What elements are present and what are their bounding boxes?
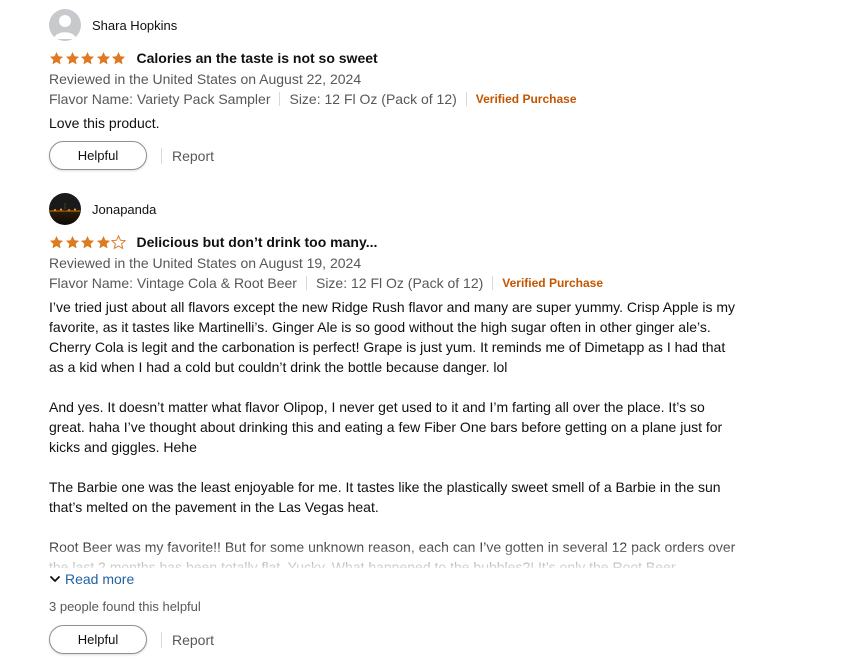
review-title[interactable]: Delicious but don’t drink too many... [137,234,378,250]
review-paragraph: Root Beer was my favorite!! But for some… [49,539,736,568]
flavor-name[interactable]: Flavor Name: Vintage Cola & Root Beer [49,273,297,293]
review-variant: Flavor Name: Vintage Cola & Root Beer Si… [49,273,739,293]
review-card: Jonapanda Delicious but don’t drink too … [49,192,739,654]
star-filled-icon [96,51,110,64]
divider [161,631,162,648]
reviewer-profile[interactable]: Jonapanda [49,192,739,226]
star-filled-icon [80,51,95,64]
helpful-button[interactable]: Helpful [49,141,147,170]
review-paragraph: And yes. It doesn’t matter what flavor O… [49,399,723,455]
divider [492,276,494,290]
review-body: I’ve tried just about all flavors except… [49,297,739,568]
divider [305,276,307,290]
size-name[interactable]: Size: 12 Fl Oz (Pack of 12) [289,89,456,109]
review-paragraph: I’ve tried just about all flavors except… [49,299,736,375]
star-filled-icon [49,51,64,64]
star-filled-icon [111,51,126,64]
review-title[interactable]: Calories an the taste is not so sweet [137,50,378,66]
reviewer-profile[interactable]: Shara Hopkins [49,8,739,42]
review-date: Reviewed in the United States on August … [49,255,362,271]
review-paragraph: The Barbie one was the least enjoyable f… [49,479,721,515]
review-variant: Flavor Name: Variety Pack Sampler Size: … [49,89,739,109]
helpful-count: 3 people found this helpful [49,599,201,614]
report-link[interactable]: Report [172,632,214,648]
reviewer-name[interactable]: Jonapanda [92,202,156,217]
review-body: Love this product. [49,113,739,133]
star-filled-icon [49,235,64,248]
star-filled-icon [65,235,79,248]
chevron-down-icon [50,576,60,582]
star-outline-icon [111,234,126,249]
verified-purchase-badge: Verified Purchase [502,276,603,290]
avatar [49,193,81,225]
star-rating[interactable] [49,234,127,250]
verified-purchase-badge: Verified Purchase [475,92,577,106]
star-filled-icon [80,235,95,248]
flavor-name[interactable]: Flavor Name: Variety Pack Sampler [49,89,270,109]
report-link[interactable]: Report [172,148,214,164]
review-paragraph: Love this product. [49,115,160,131]
size-name[interactable]: Size: 12 Fl Oz (Pack of 12) [316,273,483,293]
star-filled-icon [65,51,79,64]
reviewer-name[interactable]: Shara Hopkins [92,18,177,33]
default-avatar-icon [49,9,81,41]
read-more-link[interactable]: Read more [49,569,739,589]
read-more-label[interactable]: Read more [65,571,134,587]
divider [465,92,467,106]
review-date: Reviewed in the United States on August … [49,71,362,87]
review-card: Shara Hopkins Calories an the taste is n… [49,8,739,170]
helpful-button[interactable]: Helpful [49,625,147,654]
divider [161,147,162,164]
divider [279,92,281,106]
star-rating[interactable] [49,51,127,66]
star-filled-icon [96,235,110,248]
